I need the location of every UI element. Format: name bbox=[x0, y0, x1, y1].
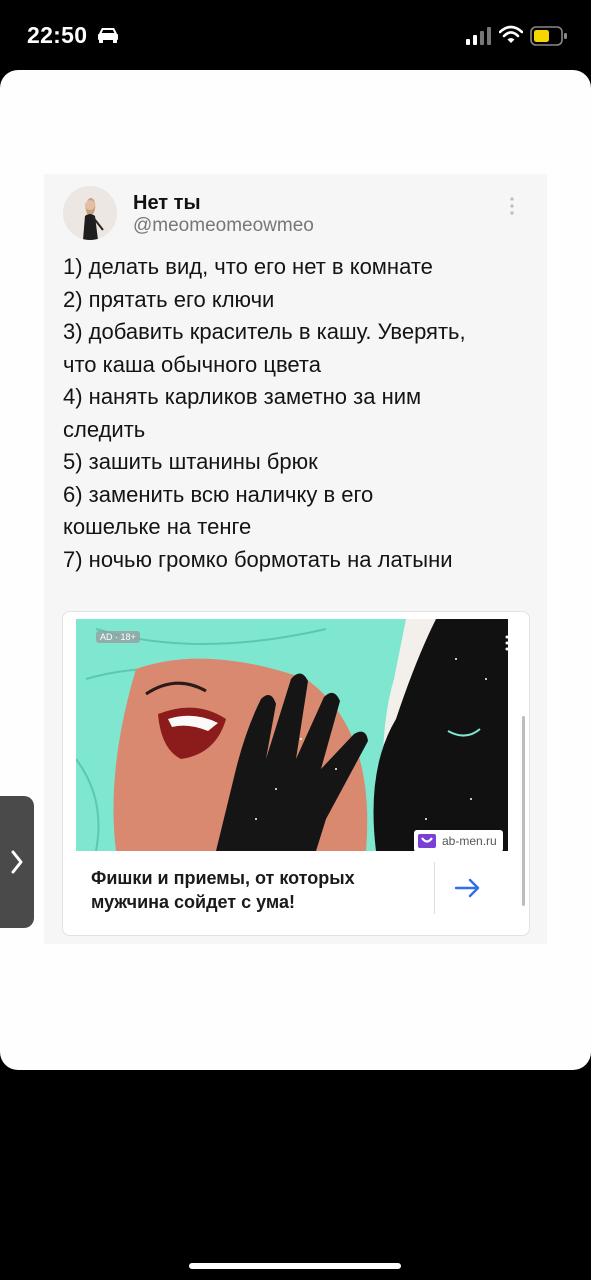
more-options-icon[interactable] bbox=[508, 194, 516, 218]
status-bar: 22:50 bbox=[0, 0, 591, 70]
car-icon bbox=[98, 28, 118, 43]
tweet-card: Нет ты @meomeomeowmeo 1) делать вид, что… bbox=[44, 174, 547, 944]
ad-headline-line: мужчина сойдет с ума! bbox=[91, 892, 295, 912]
tweet-text: 1) делать вид, что его нет в комнате 2) … bbox=[63, 251, 541, 576]
tweet-line: 2) прятать его ключи bbox=[63, 286, 275, 312]
story-card: Нет ты @meomeomeowmeo 1) делать вид, что… bbox=[0, 70, 591, 1070]
ad-age-badge: AD · 18+ bbox=[96, 631, 140, 643]
tweet-line: 7) ночью громко бормотать на латыни bbox=[63, 546, 453, 572]
tweet-line: 6) заменить всю наличку в его bbox=[63, 481, 374, 507]
ad-divider bbox=[434, 862, 435, 914]
signal-icon bbox=[466, 27, 491, 45]
tweet-line: 3) добавить краситель в кашу. Уверять, bbox=[63, 319, 466, 344]
tweet-line: 5) зашить штанины брюк bbox=[63, 449, 318, 474]
ad-source-logo-icon bbox=[418, 834, 436, 848]
ad-headline-line: Фишки и приемы, от которых bbox=[91, 868, 355, 888]
avatar[interactable] bbox=[63, 186, 117, 240]
ad-card[interactable]: AD · 18+ ab-men.ru Фишки и приемы, от ко… bbox=[62, 611, 530, 936]
ad-source-text: ab-men.ru bbox=[442, 834, 497, 848]
home-indicator[interactable] bbox=[189, 1263, 401, 1269]
side-tab[interactable] bbox=[0, 796, 34, 928]
arrow-right-icon[interactable] bbox=[451, 872, 485, 904]
battery-icon bbox=[530, 26, 567, 46]
wifi-icon bbox=[499, 25, 523, 43]
user-handle[interactable]: @meomeomeowmeo bbox=[133, 215, 314, 237]
ad-source[interactable]: ab-men.ru bbox=[414, 830, 503, 851]
tweet-line: что каша обычного цвета bbox=[63, 351, 321, 377]
tweet-line: следить bbox=[63, 416, 146, 442]
avatar-image bbox=[63, 186, 117, 240]
ad-image[interactable]: AD · 18+ ab-men.ru bbox=[76, 619, 508, 851]
ad-headline[interactable]: Фишки и приемы, от которых мужчина сойде… bbox=[91, 866, 421, 914]
tweet-line: 4) нанять карликов заметно за ним bbox=[63, 384, 422, 409]
scrollbar[interactable] bbox=[522, 716, 525, 906]
ad-more-icon[interactable] bbox=[504, 633, 508, 653]
chevron-right-icon bbox=[11, 850, 23, 874]
tweet-line: кошельке на тенге bbox=[63, 514, 252, 539]
display-name[interactable]: Нет ты bbox=[133, 192, 201, 215]
status-time: 22:50 bbox=[27, 22, 88, 48]
ad-illustration bbox=[76, 619, 508, 851]
tweet-line: 1) делать вид, что его нет в комнате bbox=[63, 254, 433, 279]
